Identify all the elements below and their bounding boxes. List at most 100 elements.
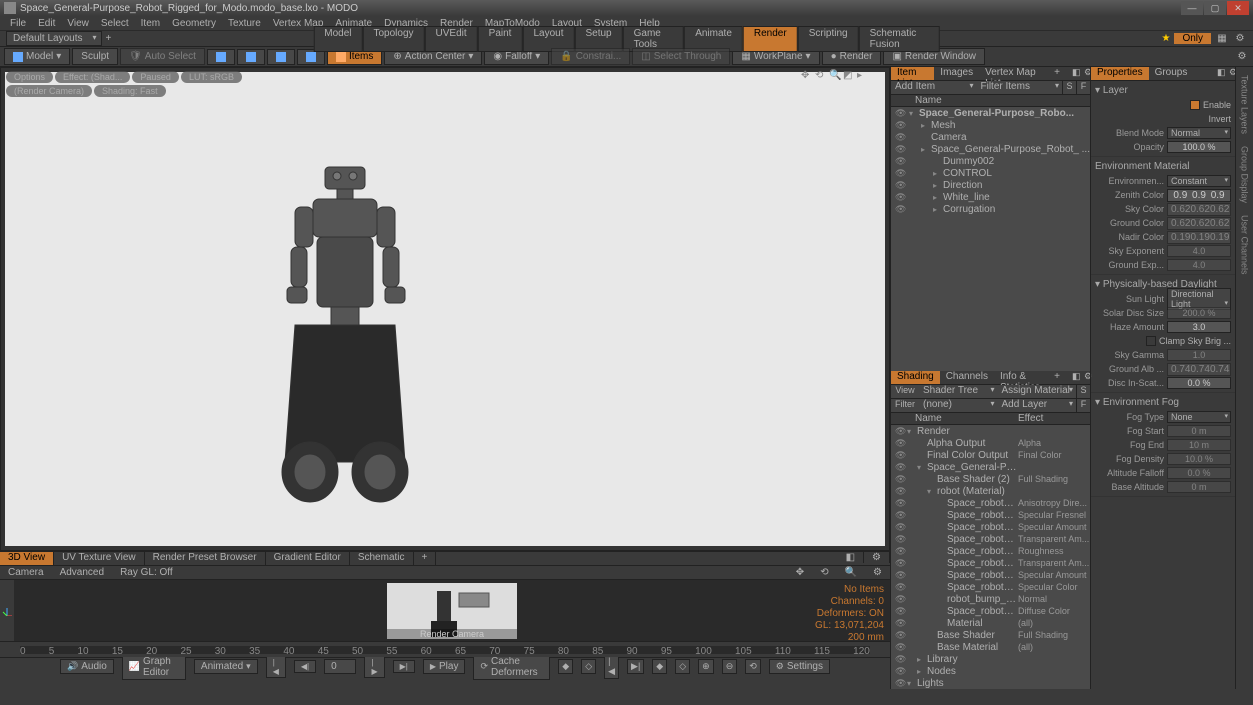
panel-icon6[interactable]: ⚙ [1223, 67, 1235, 80]
maximize-button[interactable]: ▢ [1204, 1, 1226, 15]
key-icon8[interactable]: ⊖ [722, 659, 738, 674]
tab-info-stats[interactable]: Info & Statistics [994, 371, 1048, 384]
clampsky-checkbox[interactable] [1146, 336, 1156, 346]
shader-tree-dropdown[interactable]: Shader Tree [919, 385, 998, 398]
minimize-button[interactable]: — [1181, 1, 1203, 15]
menu-select[interactable]: Select [95, 18, 135, 29]
viewtab-1[interactable]: UV Texture View [54, 552, 145, 565]
sel-cube1[interactable] [207, 49, 235, 65]
item-row[interactable]: 👁Camera [891, 131, 1090, 143]
tab-shading[interactable]: Shading [891, 371, 940, 384]
constrain-button[interactable]: 🔒 Constrai... [551, 48, 630, 65]
key-next[interactable]: ▶| [627, 659, 644, 674]
viewtab-0[interactable]: 3D View [0, 552, 54, 565]
workspace-scripting[interactable]: Scripting [798, 26, 859, 52]
filter-s[interactable]: S [1062, 81, 1076, 94]
auto-select-button[interactable]: 🛡 Auto Select [120, 48, 205, 65]
graph-editor-button[interactable]: 📈 Graph Editor [122, 654, 186, 680]
add-workspace-icon[interactable]: + [106, 33, 112, 44]
item-row[interactable]: 👁▸White_line [891, 191, 1090, 203]
filter-none-dropdown[interactable]: (none) [919, 399, 998, 412]
menu-texture[interactable]: Texture [222, 18, 267, 29]
vp-pill-1[interactable]: Effect: (Shad... [55, 71, 130, 83]
vp-pill-5[interactable]: Shading: Fast [94, 85, 166, 97]
tab-vertex-map[interactable]: Vertex Map List [979, 67, 1048, 80]
add-layer-dropdown[interactable]: Add Layer [998, 399, 1077, 412]
panel-icon4[interactable]: ⚙ [1078, 371, 1090, 384]
viewport[interactable]: OptionsEffect: (Shad...PausedLUT: sRGB(R… [0, 67, 890, 551]
tab-add-icon2[interactable]: + [1048, 371, 1066, 384]
blend-mode-dropdown[interactable]: Normal [1167, 127, 1231, 139]
shading-s[interactable]: S [1076, 385, 1090, 398]
only-badge[interactable]: Only [1174, 33, 1211, 44]
shading-row[interactable]: 👁Space_robot_Spec...Specular Amount [891, 569, 1090, 581]
workspace-paint[interactable]: Paint [478, 26, 523, 52]
workspace-schematic fusion[interactable]: Schematic Fusion [859, 26, 940, 52]
vp-pill-4[interactable]: (Render Camera) [6, 85, 92, 97]
shading-row[interactable]: 👁Final Color OutputFinal Color [891, 449, 1090, 461]
enable-checkbox[interactable] [1190, 100, 1200, 110]
select-through-button[interactable]: ◫ Select Through [632, 48, 730, 65]
item-row[interactable]: 👁Dummy002 [891, 155, 1090, 167]
shading-row[interactable]: 👁▸Library [891, 653, 1090, 665]
cambar-icon3[interactable]: 🔍 [845, 567, 857, 578]
menu-item[interactable]: Item [135, 18, 166, 29]
shading-row[interactable]: 👁Space_robot_Glos ...Roughness [891, 545, 1090, 557]
item-row[interactable]: 👁▾Space_General-Purpose_Robo... [891, 107, 1090, 119]
shading-row[interactable]: 👁Base Shader (2)Full Shading [891, 473, 1090, 485]
model-mode-button[interactable]: Model ▾ [4, 48, 70, 65]
key-icon2[interactable]: ◇ [581, 659, 596, 674]
vp-zoom-icon[interactable]: 🔍 [829, 70, 841, 82]
shading-row[interactable]: 👁▾robot (Material) [891, 485, 1090, 497]
env-type-dropdown[interactable]: Constant [1167, 175, 1231, 187]
discinscat-field[interactable]: 0.0 % [1167, 377, 1231, 389]
shading-row[interactable]: 👁Material(all) [891, 617, 1090, 629]
tab-images[interactable]: Images [934, 67, 979, 80]
menu-file[interactable]: File [4, 18, 32, 29]
key-prev[interactable]: |◀ [604, 654, 619, 679]
shading-tree[interactable]: NameEffect 👁▾Render👁Alpha OutputAlpha👁Fi… [891, 413, 1090, 689]
workspace-render[interactable]: Render [743, 26, 798, 52]
frame-field[interactable]: 0 [324, 659, 356, 674]
animated-dropdown[interactable]: Animated ▾ [194, 659, 258, 674]
vtab-user-channels[interactable]: User Channels [1239, 211, 1251, 279]
cambar-icon2[interactable]: ⟲ [820, 567, 828, 578]
item-row[interactable]: 👁▸Mesh [891, 119, 1090, 131]
settings-icon[interactable]: ⚙ [1233, 32, 1247, 46]
vt-icon1[interactable]: ◧ [838, 552, 864, 563]
shading-row[interactable]: 👁robot_bump_bake ...Normal [891, 593, 1090, 605]
shading-row[interactable]: 👁Space_robot_Spec...Specular Color [891, 581, 1090, 593]
cambar-icon4[interactable]: ⚙ [873, 567, 882, 578]
shading-row[interactable]: 👁Space_robot_Opa ...Specular Amount [891, 521, 1090, 533]
shading-row[interactable]: 👁Base ShaderFull Shading [891, 629, 1090, 641]
shading-row[interactable]: 👁▾Render [891, 425, 1090, 437]
close-button[interactable]: ✕ [1227, 1, 1249, 15]
camera-dropdown[interactable]: Camera [8, 567, 44, 578]
shading-row[interactable]: 👁Space_robot_Opa ...Transparent Am... [891, 533, 1090, 545]
viewtab-2[interactable]: Render Preset Browser [145, 552, 266, 565]
shading-row[interactable]: 👁Alpha OutputAlpha [891, 437, 1090, 449]
menu-geometry[interactable]: Geometry [166, 18, 222, 29]
toolbar-settings-icon[interactable]: ⚙ [1235, 50, 1249, 64]
camera-thumbnail[interactable]: Render Camera [387, 583, 517, 639]
key-icon9[interactable]: ⟲ [745, 659, 761, 674]
skip-end-button[interactable]: ▶| [393, 660, 415, 673]
item-row[interactable]: 👁▸Corrugation [891, 203, 1090, 215]
skip-start-button[interactable]: |◀ [266, 656, 286, 678]
filter-items-dropdown[interactable]: Filter Items [977, 81, 1063, 94]
workspace-uvedit[interactable]: UVEdit [425, 26, 478, 52]
fogtype-dropdown[interactable]: None [1167, 411, 1231, 423]
timeline[interactable]: 0510152025303540455055606570758085909510… [0, 641, 890, 657]
vp-pill-0[interactable]: Options [6, 71, 53, 83]
workspace-model[interactable]: Model [313, 26, 362, 52]
panel-icon2[interactable]: ⚙ [1078, 67, 1090, 80]
shading-row[interactable]: 👁▾Space_General-Purpose... [891, 461, 1090, 473]
tab-item-list[interactable]: Item List [891, 67, 934, 80]
shading-row[interactable]: 👁Space_robot_Refr...Transparent Am... [891, 557, 1090, 569]
vp-move-icon[interactable]: ✥ [801, 70, 813, 82]
audio-button[interactable]: 🔊 Audio [60, 659, 114, 674]
tab-add-icon[interactable]: + [1048, 67, 1066, 80]
panel-icon3[interactable]: ◧ [1066, 371, 1078, 384]
tab-properties[interactable]: Properties [1091, 67, 1149, 80]
cambar-icon1[interactable]: ✥ [796, 567, 804, 578]
